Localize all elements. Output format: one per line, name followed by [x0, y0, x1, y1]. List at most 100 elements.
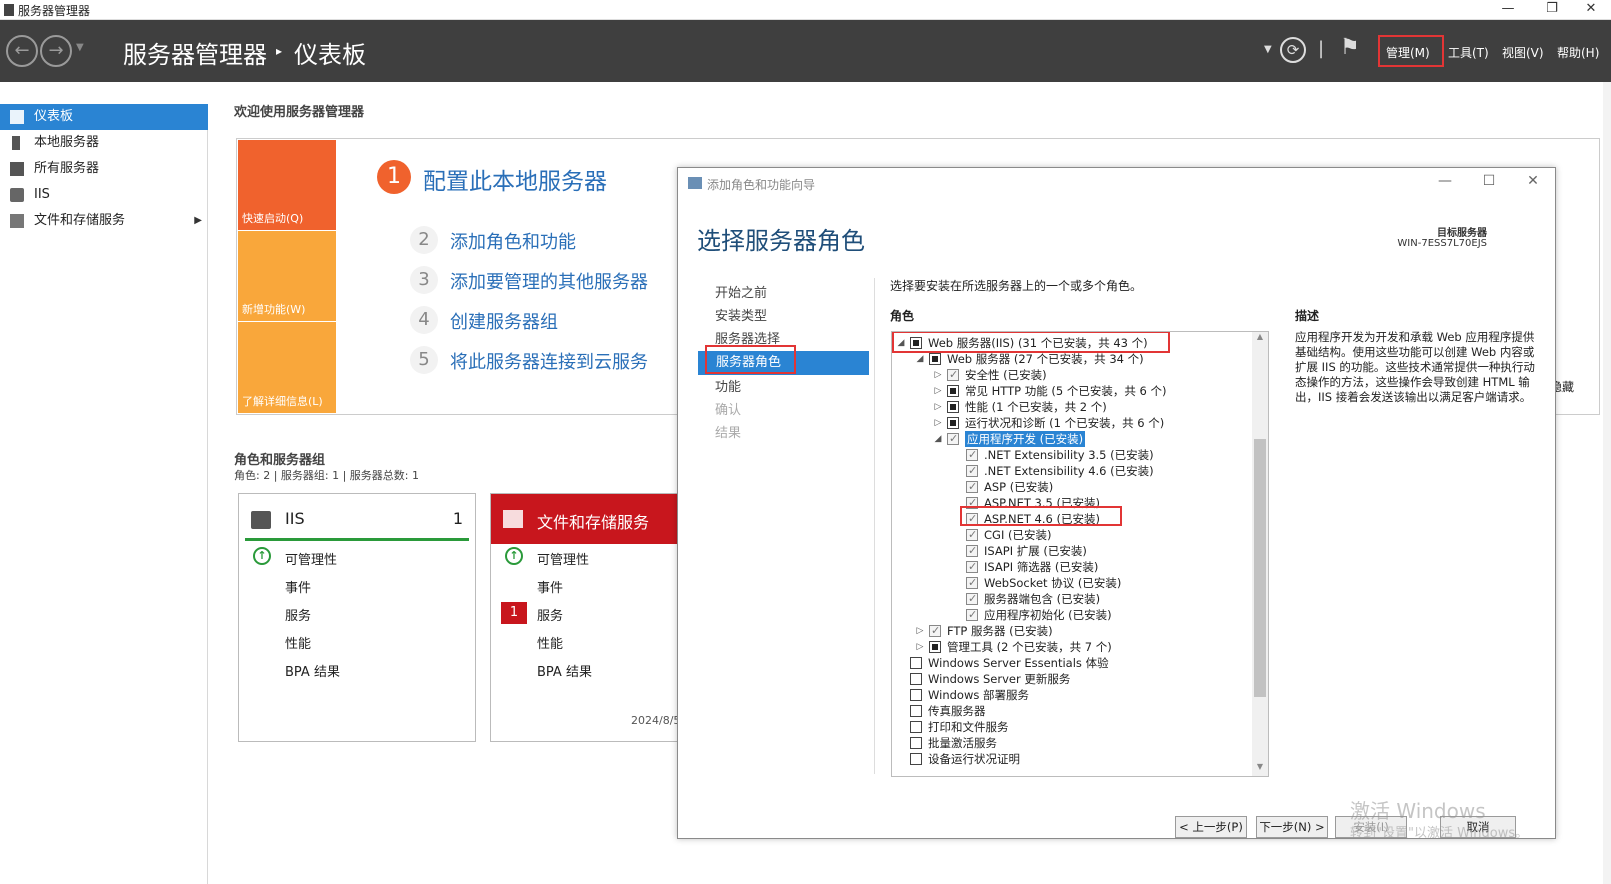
step-create-group-link[interactable]: 创建服务器组: [450, 308, 558, 334]
tree-row[interactable]: ▷ 运行状况和诊断 (1 个已安装，共 6 个): [892, 415, 1252, 431]
tree-row[interactable]: 传真服务器: [892, 703, 1252, 719]
tree-row[interactable]: ASP (已安装): [892, 479, 1252, 495]
tree-row[interactable]: ▷ 安全性 (已安装): [892, 367, 1252, 383]
wizard-step-install-type[interactable]: 安装类型: [715, 305, 767, 324]
role-checkbox[interactable]: [966, 463, 978, 479]
tree-scrollbar[interactable]: ▲ ▼: [1252, 332, 1268, 776]
card-row-performance[interactable]: 性能: [537, 633, 563, 652]
tree-row[interactable]: ISAPI 筛选器 (已安装): [892, 559, 1252, 575]
previous-button[interactable]: < 上一步(P): [1175, 816, 1247, 838]
role-checkbox[interactable]: [966, 575, 978, 591]
expand-icon[interactable]: ▷: [915, 639, 925, 655]
role-checkbox[interactable]: [947, 367, 959, 383]
close-button[interactable]: ✕: [1569, 0, 1611, 20]
role-checkbox[interactable]: [966, 559, 978, 575]
tree-row[interactable]: WebSocket 协议 (已安装): [892, 575, 1252, 591]
tree-row[interactable]: ISAPI 扩展 (已安装): [892, 543, 1252, 559]
tree-row[interactable]: ▷ 性能 (1 个已安装，共 2 个): [892, 399, 1252, 415]
expand-icon[interactable]: ▷: [933, 383, 943, 399]
role-checkbox[interactable]: [947, 401, 959, 413]
sidebar-item-local-server[interactable]: 本地服务器: [0, 130, 208, 156]
card-row-events[interactable]: 事件: [537, 577, 563, 596]
card-row-services[interactable]: 服务: [285, 605, 311, 624]
tree-row[interactable]: Windows 部署服务: [892, 687, 1252, 703]
tree-row[interactable]: ◢ 应用程序开发 (已安装): [892, 431, 1252, 447]
role-checkbox[interactable]: [910, 737, 922, 749]
role-checkbox[interactable]: [966, 479, 978, 495]
sidebar-item-dashboard[interactable]: 仪表板: [0, 104, 208, 130]
scroll-thumb[interactable]: [1254, 439, 1266, 697]
role-checkbox[interactable]: [929, 623, 941, 639]
tree-row[interactable]: Windows Server Essentials 体验: [892, 655, 1252, 671]
role-checkbox[interactable]: [947, 385, 959, 397]
role-checkbox[interactable]: [947, 417, 959, 429]
role-checkbox[interactable]: [966, 543, 978, 559]
role-checkbox[interactable]: [910, 657, 922, 669]
card-row-manageability[interactable]: 可管理性: [285, 549, 337, 568]
tree-row[interactable]: .NET Extensibility 3.5 (已安装): [892, 447, 1252, 463]
dialog-maximize-button[interactable]: ☐: [1471, 173, 1507, 193]
next-button[interactable]: 下一步(N) >: [1256, 816, 1328, 838]
menu-help[interactable]: 帮助(H): [1557, 44, 1599, 61]
card-row-bpa[interactable]: BPA 结果: [537, 661, 592, 680]
dialog-close-button[interactable]: ✕: [1515, 173, 1551, 193]
role-checkbox[interactable]: [910, 673, 922, 685]
sidebar-item-iis[interactable]: IIS: [0, 182, 208, 208]
menu-tools[interactable]: 工具(T): [1448, 44, 1489, 61]
tree-row[interactable]: 服务器端包含 (已安装): [892, 591, 1252, 607]
role-checkbox[interactable]: [910, 753, 922, 765]
collapse-icon[interactable]: ◢: [933, 431, 943, 447]
sidebar-item-all-servers[interactable]: 所有服务器: [0, 156, 208, 182]
card-row-manageability[interactable]: 可管理性: [537, 549, 589, 568]
menu-view[interactable]: 视图(V): [1502, 44, 1544, 61]
role-checkbox[interactable]: [910, 689, 922, 701]
step-add-servers-link[interactable]: 添加要管理的其他服务器: [450, 268, 648, 294]
scroll-up-icon[interactable]: ▲: [1252, 332, 1268, 346]
tree-row[interactable]: 设备运行状况证明: [892, 751, 1252, 767]
expand-icon[interactable]: ▷: [933, 415, 943, 431]
minimize-button[interactable]: —: [1486, 0, 1530, 20]
roles-tree[interactable]: ▲ ▼ ◢ Web 服务器(IIS) (31 个已安装，共 43 个) ◢ Web 服…: [891, 331, 1269, 777]
tree-row[interactable]: .NET Extensibility 4.6 (已安装): [892, 463, 1252, 479]
role-checkbox[interactable]: [947, 431, 959, 447]
wizard-step-features[interactable]: 功能: [715, 376, 741, 395]
tree-row[interactable]: 打印和文件服务: [892, 719, 1252, 735]
step-configure-local-server[interactable]: 配置此本地服务器: [423, 162, 607, 196]
collapse-icon[interactable]: ◢: [915, 351, 925, 367]
expand-icon[interactable]: ▷: [915, 623, 925, 639]
expand-icon[interactable]: ▷: [933, 399, 943, 415]
forward-button[interactable]: →: [40, 35, 72, 67]
role-checkbox[interactable]: [929, 353, 941, 365]
dialog-minimize-button[interactable]: —: [1427, 173, 1463, 193]
scroll-down-icon[interactable]: ▼: [1252, 762, 1268, 776]
role-checkbox[interactable]: [966, 527, 978, 543]
step-connect-cloud-link[interactable]: 将此服务器连接到云服务: [450, 348, 648, 374]
refresh-icon[interactable]: ⟳: [1280, 37, 1306, 63]
page-scrollbar[interactable]: [1603, 82, 1611, 884]
menu-manage[interactable]: 管理(M): [1386, 44, 1430, 61]
card-header[interactable]: IIS 1: [239, 494, 475, 544]
role-checkbox[interactable]: [966, 447, 978, 463]
role-checkbox[interactable]: [966, 607, 978, 623]
wizard-step-before-begin[interactable]: 开始之前: [715, 282, 767, 301]
tree-row[interactable]: ▷ FTP 服务器 (已安装): [892, 623, 1252, 639]
notifications-flag-icon[interactable]: ⚑: [1340, 35, 1360, 60]
tile-learn-more[interactable]: 了解详细信息(L): [238, 322, 336, 413]
tile-quick-start[interactable]: 快速启动(Q): [238, 140, 336, 230]
sidebar-item-file-storage[interactable]: 文件和存储服务 ▶: [0, 208, 208, 234]
role-card-iis[interactable]: IIS 1 ↑ 可管理性 事件 服务 性能 BPA 结果: [238, 493, 476, 742]
role-checkbox[interactable]: [910, 721, 922, 733]
tree-row[interactable]: Windows Server 更新服务: [892, 671, 1252, 687]
notifications-dropdown-icon[interactable]: ▼: [1264, 44, 1272, 55]
tree-row[interactable]: ▷ 管理工具 (2 个已安装，共 7 个): [892, 639, 1252, 655]
tile-whats-new[interactable]: 新增功能(W): [238, 231, 336, 321]
tree-row[interactable]: CGI (已安装): [892, 527, 1252, 543]
expand-icon[interactable]: ▷: [933, 367, 943, 383]
maximize-button[interactable]: ❐: [1530, 0, 1574, 20]
history-dropdown-icon[interactable]: ▼: [76, 42, 84, 53]
role-checkbox[interactable]: [929, 641, 941, 653]
tree-row[interactable]: ◢ Web 服务器 (27 个已安装，共 34 个): [892, 351, 1252, 367]
card-row-services[interactable]: 服务: [537, 605, 563, 624]
tree-row[interactable]: 批量激活服务: [892, 735, 1252, 751]
card-row-events[interactable]: 事件: [285, 577, 311, 596]
